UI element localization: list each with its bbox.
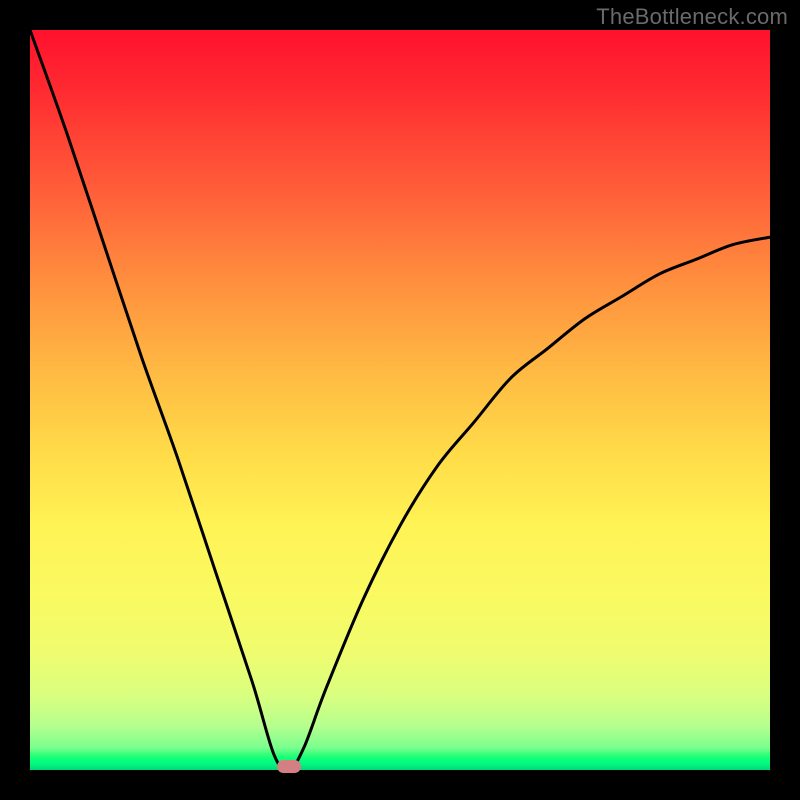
watermark-text: TheBottleneck.com bbox=[596, 4, 788, 30]
chart-frame: TheBottleneck.com bbox=[0, 0, 800, 800]
minimum-marker bbox=[277, 760, 301, 773]
plot-area bbox=[30, 30, 770, 770]
bottleneck-curve bbox=[30, 30, 770, 770]
